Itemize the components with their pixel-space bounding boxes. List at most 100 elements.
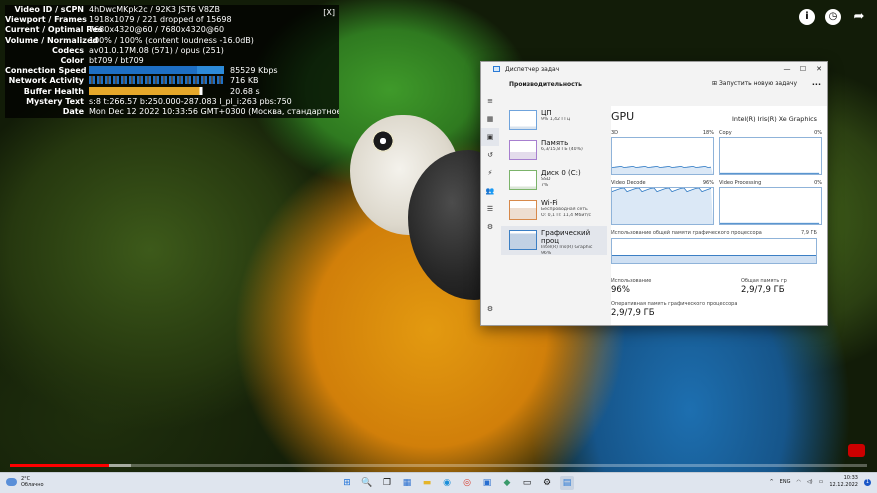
tray-chevron-icon[interactable]: ^ [769, 479, 773, 485]
engine-percent: 0% [814, 130, 822, 136]
edge-icon[interactable]: ◉ [440, 476, 454, 490]
start-icon[interactable]: ⊞ [340, 476, 354, 490]
share-icon[interactable]: ➦ [851, 9, 867, 25]
shared-memory-graph [611, 238, 817, 264]
shared-memory-stat: Общая память гр 2,9/7,9 ГБ [741, 278, 787, 295]
engine-name: Copy [719, 130, 732, 136]
stat-value: av01.0.17M.08 (571) / opus (251) [89, 45, 224, 55]
stats-close-button[interactable]: [X] [323, 8, 335, 18]
gpu-heading: GPU [611, 110, 635, 123]
performance-icon[interactable]: ▣ [481, 128, 499, 146]
stats-for-nerds-panel: Video ID / sCPN 4hDwcMKpk2c / 92K3 JST6 V… [5, 5, 339, 118]
stat-value-wrap: 4hDwcMKpk2c / 92K3 JST6 V8ZB [89, 5, 339, 15]
engine-graph[interactable]: Video Decode 96% [611, 180, 714, 230]
gpu-model: Intel(R) Iris(R) Xe Graphics [732, 115, 817, 123]
stat-value: 20.68 s [230, 86, 260, 96]
parrot-eye [372, 130, 394, 152]
store-icon[interactable]: ▣ [480, 476, 494, 490]
engine-header: 3D 18% [611, 130, 714, 137]
resource-item[interactable]: ЦП 9% 1,42 ГГц [501, 106, 607, 135]
processes-icon[interactable]: ▦ [481, 110, 499, 128]
notification-badge[interactable]: 1 [864, 478, 871, 486]
engine-percent: 96% [702, 180, 714, 186]
title-bar[interactable]: Диспетчер задач — ☐ ✕ [481, 62, 827, 77]
stat-label: Codecs [51, 45, 84, 55]
resource-item[interactable]: Диск 0 (C:) SSD 7% [501, 166, 607, 195]
stat-value-wrap: 1918x1079 / 221 dropped of 15698 [89, 15, 339, 25]
app-history-icon[interactable]: ↺ [481, 146, 499, 164]
stat-row: Connection Speed 85529 Kbps [5, 66, 339, 76]
stat-value: Mon Dec 12 2022 10:33:56 GMT+0300 (Москв… [89, 106, 339, 116]
settings-app-icon[interactable]: ⚙ [540, 476, 554, 490]
engine-graph[interactable]: Video Processing 0% [719, 180, 822, 230]
weather-widget[interactable]: 2°C Облачно [6, 476, 44, 488]
stat-value-wrap: Mon Dec 12 2022 10:33:56 GMT+0300 (Москв… [89, 107, 339, 117]
engine-line [612, 188, 713, 224]
engine-name: Video Processing [719, 180, 762, 186]
resource-mini-graph [509, 140, 537, 160]
speed-graph [89, 66, 224, 75]
more-options-button[interactable]: ... [812, 78, 821, 87]
resource-list: ЦП 9% 1,42 ГГц Память 6,3/15,8 ГБ (40%) Диск… [501, 106, 607, 325]
watch-later-icon[interactable]: ◷ [825, 9, 841, 25]
startup-icon[interactable]: ⚡ [481, 164, 499, 182]
widgets-icon[interactable]: ▦ [400, 476, 414, 490]
task-manager-taskbar-icon[interactable]: ▤ [560, 476, 574, 490]
buffered-bar [108, 464, 131, 467]
engine-name: Video Decode [611, 180, 646, 186]
chrome-icon[interactable]: ◎ [460, 476, 474, 490]
weather-condition: Облачно [21, 482, 44, 488]
section-title: Производительность [509, 81, 582, 88]
video-progress-bar[interactable] [10, 464, 867, 467]
stat-value: 7680x4320@60 / 7680x4320@60 [89, 25, 225, 35]
stat-value: 85529 Kbps [230, 66, 278, 76]
minimize-icon[interactable]: — [779, 62, 795, 77]
stat-label: Color [60, 55, 84, 65]
run-new-task-button[interactable]: ⊞ Запустить новую задачу [712, 80, 797, 87]
resource-mini-graph [509, 110, 537, 130]
resource-item[interactable]: Память 6,3/15,8 ГБ (40%) [501, 136, 607, 165]
stat-value: 4hDwcMKpk2c / 92K3 JST6 V8ZB [89, 5, 220, 14]
details-icon[interactable]: ☰ [481, 200, 499, 218]
stat-row: Mystery Text s:8 t:266.57 b:250.000-287.0… [5, 97, 339, 107]
resource-mini-graph [509, 230, 537, 250]
resource-item[interactable]: Wi-Fi Беспроводная сеть О: 0,1 П: 11,4 Мби… [501, 196, 607, 225]
stat-value: 100% / 100% (content loudness -16.0dB) [89, 35, 254, 45]
resource-detail: 96% [541, 251, 552, 256]
wifi-icon[interactable]: ◠ [796, 479, 800, 485]
close-icon[interactable]: ✕ [811, 62, 827, 77]
battery-icon[interactable]: ▭ [819, 479, 824, 485]
clock[interactable]: 10:33 12.12.2022 [829, 475, 858, 489]
language-indicator[interactable]: ENG [780, 479, 791, 485]
settings-icon[interactable]: ⚙ [481, 300, 499, 318]
resource-item[interactable]: Графический проц Intel(R) Iris(R) Graphic… [501, 226, 607, 256]
services-icon[interactable]: ⚙ [481, 218, 499, 236]
run-new-task-label: Запустить новую задачу [718, 80, 797, 87]
file-explorer-icon[interactable]: ▬ [420, 476, 434, 490]
stat-row: Viewport / Frames 1918x1079 / 221 dropped… [5, 15, 339, 25]
engine-header: Video Processing 0% [719, 180, 822, 187]
resource-name: Графический проц [541, 229, 591, 245]
stat-label: Volume / Normalized [5, 35, 99, 45]
volume-icon[interactable]: ◁) [807, 479, 813, 485]
taskbar: 2°C Облачно ⊞ 🔍 ❐ ▦ ▬ ◉ ◎ ▣ ◆ ▭ ⚙ ▤ ^ EN… [0, 472, 877, 493]
screen: Video ID / sCPN 4hDwcMKpk2c / 92K3 JST6 V… [0, 0, 877, 493]
shared-memory-stat-value: 2,9/7,9 ГБ [741, 285, 785, 295]
engine-graph[interactable]: Copy 0% [719, 130, 822, 180]
engine-graph-area [719, 187, 822, 225]
stat-label: Current / Optimal Res [5, 25, 103, 35]
stat-label: Date [62, 106, 84, 116]
youtube-logo-icon[interactable] [848, 444, 865, 457]
search-icon[interactable]: 🔍 [360, 476, 374, 490]
users-icon[interactable]: 👥 [481, 182, 499, 200]
task-view-icon[interactable]: ❐ [380, 476, 394, 490]
clock-time: 10:33 [843, 475, 858, 481]
stat-label: Connection Speed [5, 66, 87, 76]
info-icon[interactable]: i [799, 9, 815, 25]
menu-icon[interactable]: ≡ [481, 92, 499, 110]
vram-label: Оперативная память графического процессо… [611, 301, 738, 307]
maximize-icon[interactable]: ☐ [795, 62, 811, 77]
engine-graph[interactable]: 3D 18% [611, 130, 714, 180]
terminal-icon[interactable]: ▭ [520, 476, 534, 490]
app-icon[interactable]: ◆ [500, 476, 514, 490]
